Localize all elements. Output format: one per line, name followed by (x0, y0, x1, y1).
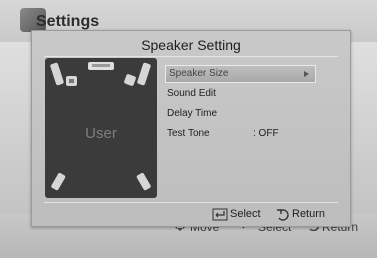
speaker-front-right-icon (137, 62, 151, 86)
test-tone-value: : OFF (253, 128, 279, 139)
speaker-center-icon (88, 62, 114, 70)
speaker-front-left-icon (50, 62, 64, 86)
select-icon (212, 208, 228, 221)
menu-item-test-tone[interactable]: Test Tone (167, 128, 210, 139)
speaker-rear-left-icon (51, 172, 66, 191)
speaker-rear-right-icon (136, 172, 151, 191)
listener-position-label: User (85, 125, 117, 142)
speaker-front-left-small-icon (66, 76, 77, 86)
menu-item-sound-edit[interactable]: Sound Edit (167, 88, 216, 99)
settings-title: Settings (36, 13, 100, 30)
title-divider (44, 56, 338, 57)
footer-divider (44, 202, 338, 203)
return-icon (277, 209, 289, 221)
menu-item-delay-time[interactable]: Delay Time (167, 108, 217, 119)
speaker-setting-dialog: Speaker Setting User Speaker Size Sound … (31, 30, 351, 227)
menu-item-label: Speaker Size (169, 68, 229, 79)
dialog-title: Speaker Setting (141, 37, 241, 53)
menu-item-speaker-size[interactable]: Speaker Size (165, 65, 316, 83)
tv-screen: Settings Move Select Return Speaker Sett… (0, 0, 377, 258)
hint-return-label: Return (292, 208, 326, 220)
speaker-layout-panel: User (45, 58, 157, 198)
speaker-front-right-small-icon (124, 74, 136, 86)
hint-select-label: Select (230, 208, 261, 220)
chevron-right-icon (304, 71, 309, 77)
